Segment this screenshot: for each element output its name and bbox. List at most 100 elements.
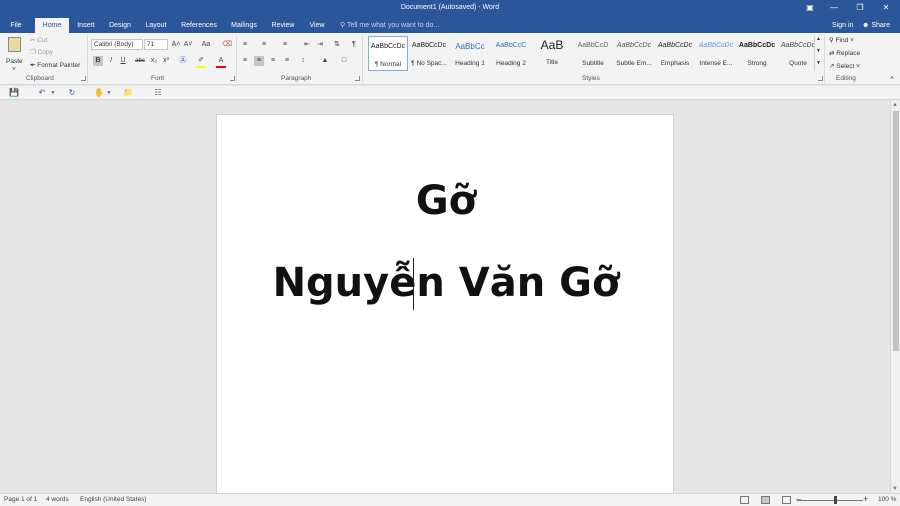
- vertical-scrollbar[interactable]: ▲ ▼: [890, 101, 900, 493]
- share-button[interactable]: ☻ Share: [862, 18, 890, 33]
- scroll-thumb[interactable]: [893, 111, 899, 351]
- style-subtle-emphasis[interactable]: AaBbCcDc Subtle Em...: [614, 36, 654, 71]
- zoom-in-icon[interactable]: +: [863, 494, 868, 504]
- bold-button[interactable]: B: [93, 56, 103, 66]
- shrink-font-button[interactable]: A˅: [183, 40, 193, 50]
- word-count[interactable]: 4 words: [46, 496, 69, 503]
- align-center-icon[interactable]: ≡: [254, 56, 264, 66]
- strikethrough-button[interactable]: abc: [134, 56, 146, 66]
- zoom-out-icon[interactable]: –: [796, 494, 801, 504]
- tab-references[interactable]: References: [179, 18, 219, 33]
- tab-insert[interactable]: Insert: [74, 18, 98, 33]
- font-family-select[interactable]: Calibri (Body): [91, 39, 143, 50]
- minimize-button[interactable]: —: [824, 2, 844, 14]
- chevron-down-icon[interactable]: ▼: [104, 88, 114, 98]
- touch-mode-icon[interactable]: ✋: [94, 88, 104, 98]
- superscript-button[interactable]: x²: [161, 56, 171, 66]
- style-subtitle[interactable]: AaBbCcD Subtitle: [573, 36, 613, 71]
- justify-icon[interactable]: ≡: [282, 56, 292, 66]
- styles-scroll[interactable]: ▲ ▼ ▼: [814, 36, 822, 71]
- subscript-button[interactable]: x₂: [149, 56, 159, 66]
- change-case-button[interactable]: Aa: [199, 40, 213, 50]
- print-layout-icon[interactable]: [761, 496, 770, 504]
- align-left-icon[interactable]: ≡: [240, 56, 250, 66]
- style-emphasis[interactable]: AaBbCcDc Emphasis: [655, 36, 695, 71]
- tab-review[interactable]: Review: [269, 18, 297, 33]
- text-effects-icon[interactable]: Ⓐ: [178, 56, 188, 66]
- multilevel-list-icon[interactable]: ≡: [280, 40, 290, 50]
- zoom-slider-thumb[interactable]: [834, 496, 837, 504]
- restore-button[interactable]: ❐: [850, 2, 870, 14]
- redo-icon[interactable]: ↻: [67, 88, 77, 98]
- customize-toolbar-icon[interactable]: ☷: [153, 88, 163, 98]
- style-no-spacing[interactable]: AaBbCcDc ¶ No Spac...: [409, 36, 449, 71]
- format-painter-button[interactable]: ✒ Format Painter: [30, 61, 80, 69]
- tab-home[interactable]: Home: [35, 18, 69, 33]
- bullets-icon[interactable]: ≡: [240, 40, 250, 50]
- more-styles-icon[interactable]: ▼: [816, 60, 821, 66]
- underline-button[interactable]: U: [118, 56, 128, 66]
- document-line-2[interactable]: Nguyễn Văn Gỡ: [217, 257, 675, 309]
- numbering-icon[interactable]: ≡: [259, 40, 269, 50]
- select-button[interactable]: ↗ Select ˅: [829, 62, 860, 70]
- web-layout-icon[interactable]: [782, 496, 791, 504]
- style-title[interactable]: AaB Title: [532, 36, 572, 71]
- tab-layout[interactable]: Layout: [142, 18, 170, 33]
- style-normal[interactable]: AaBbCcDc ¶ Normal: [368, 36, 408, 71]
- read-mode-icon[interactable]: [740, 496, 749, 504]
- zoom-level[interactable]: 100 %: [878, 496, 896, 503]
- font-size-select[interactable]: 71: [144, 39, 168, 50]
- chevron-down-icon[interactable]: ▼: [816, 48, 821, 54]
- sign-in-link[interactable]: Sign in: [832, 18, 853, 33]
- font-launcher[interactable]: [230, 76, 235, 81]
- style-intense-emphasis[interactable]: AaBbCcDc Intense E...: [696, 36, 736, 71]
- line-spacing-icon[interactable]: ↕: [298, 56, 308, 66]
- language[interactable]: English (United States): [80, 496, 146, 503]
- tab-mailings[interactable]: Mailings: [227, 18, 261, 33]
- close-button[interactable]: ✕: [876, 2, 896, 14]
- align-right-icon[interactable]: ≡: [268, 56, 278, 66]
- grow-font-button[interactable]: A˄: [171, 40, 181, 50]
- scroll-up-icon[interactable]: ▲: [892, 102, 898, 108]
- tab-view[interactable]: View: [306, 18, 328, 33]
- style-strong[interactable]: AaBbCcDc Strong: [737, 36, 777, 71]
- clipboard-launcher[interactable]: [81, 76, 86, 81]
- find-button[interactable]: ⚲ Find ˅: [829, 36, 854, 44]
- tab-file[interactable]: File: [4, 18, 28, 33]
- save-icon[interactable]: 💾: [9, 88, 19, 98]
- collapse-ribbon-icon[interactable]: ˄: [890, 75, 894, 82]
- style-quote[interactable]: AaBbCcDc Quote: [778, 36, 818, 71]
- font-color-button[interactable]: A: [216, 56, 226, 66]
- tell-me-box[interactable]: ⚲ Tell me what you want to do...: [340, 18, 439, 33]
- style-heading-1[interactable]: AaBbCc Heading 1: [450, 36, 490, 71]
- borders-icon[interactable]: □: [339, 56, 349, 66]
- sort-icon[interactable]: ⇅: [332, 40, 342, 50]
- italic-button[interactable]: I: [106, 56, 116, 66]
- paste-button[interactable]: Paste ˅: [4, 36, 26, 73]
- paragraph-launcher[interactable]: [355, 76, 360, 81]
- styles-launcher[interactable]: [818, 76, 823, 81]
- document-line-1[interactable]: Gỡ: [217, 175, 675, 227]
- increase-indent-icon[interactable]: ⇥: [315, 40, 325, 50]
- pilcrow-icon[interactable]: ¶: [349, 40, 359, 50]
- tell-me-input[interactable]: Tell me what you want to do...: [347, 22, 439, 29]
- document-page[interactable]: Gỡ Nguyễn Văn Gỡ: [216, 114, 674, 494]
- copy-button[interactable]: ❐ Copy: [30, 48, 53, 56]
- zoom-slider[interactable]: [797, 500, 863, 501]
- chevron-down-icon[interactable]: ▼: [48, 88, 58, 98]
- highlight-icon[interactable]: ✐: [196, 56, 206, 66]
- undo-icon[interactable]: ↶: [37, 88, 47, 98]
- scissors-icon: ✂: [30, 37, 36, 44]
- tab-design[interactable]: Design: [106, 18, 134, 33]
- page-count[interactable]: Page 1 of 1: [4, 496, 37, 503]
- decrease-indent-icon[interactable]: ⇤: [302, 40, 312, 50]
- cut-button[interactable]: ✂ Cut: [30, 36, 47, 44]
- chevron-up-icon[interactable]: ▲: [816, 36, 821, 42]
- ribbon-display-options-button[interactable]: ▣: [800, 2, 820, 14]
- scroll-down-icon[interactable]: ▼: [892, 486, 898, 492]
- open-folder-icon[interactable]: 📁: [123, 88, 133, 98]
- replace-button[interactable]: ⇄ Replace: [829, 49, 860, 57]
- clear-formatting-icon[interactable]: ⌫: [222, 40, 232, 50]
- shading-icon[interactable]: ▲: [320, 56, 330, 66]
- style-heading-2[interactable]: AaBbCcC Heading 2: [491, 36, 531, 71]
